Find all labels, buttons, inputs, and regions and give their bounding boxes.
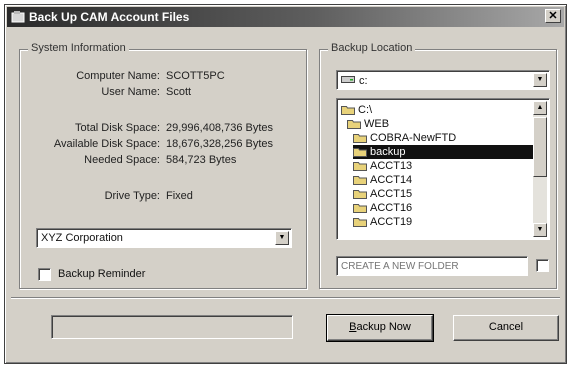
system-information-label: System Information (28, 42, 129, 54)
company-select-value: XYZ Corporation (41, 232, 123, 244)
computer-name-label: Computer Name: (76, 70, 160, 82)
folder-list-item[interactable]: ACCT15 (353, 187, 412, 201)
chevron-down-icon: ▼ (536, 76, 544, 83)
folder-list-item-label: ACCT15 (370, 188, 413, 200)
folder-icon (353, 217, 367, 227)
user-name-value: Scott (166, 86, 192, 98)
company-dropdown-button[interactable]: ▼ (275, 231, 289, 245)
cancel-button[interactable]: Cancel (453, 315, 559, 341)
window-title: Back Up CAM Account Files (29, 10, 190, 24)
folder-icon (353, 161, 367, 171)
new-folder-input[interactable] (336, 256, 528, 276)
total-disk-space-value: 29,996,408,736 Bytes (166, 122, 274, 134)
drive-type-label: Drive Type: (104, 190, 160, 202)
folder-icon (353, 189, 367, 199)
backup-dialog-window: Back Up CAM Account Files ✕ System Infor… (4, 4, 567, 364)
folder-icon (353, 175, 367, 185)
folder-list-item-label: ACCT14 (370, 174, 413, 186)
folder-list-item[interactable]: ACCT16 (353, 201, 412, 215)
folder-list-item[interactable]: backup (353, 145, 533, 159)
close-button[interactable]: ✕ (545, 9, 561, 23)
folder-list-item-label: ACCT16 (370, 202, 413, 214)
drive-icon (341, 74, 355, 87)
drive-dropdown-button[interactable]: ▼ (533, 73, 547, 87)
folder-list-item-label: WEB (364, 118, 390, 130)
app-icon (11, 10, 25, 24)
folder-list-item-label: ACCT13 (370, 160, 413, 172)
folder-list-item[interactable]: ACCT14 (353, 173, 412, 187)
chevron-down-icon: ▼ (278, 234, 286, 241)
folder-icon (341, 105, 355, 115)
backup-reminder-checkbox[interactable] (38, 268, 51, 281)
needed-space-value: 584,723 Bytes (166, 154, 237, 166)
folder-list-item-label: C:\ (358, 104, 373, 116)
system-information-group: System Information Computer Name: SCOTT5… (19, 42, 307, 289)
folder-list-item[interactable]: WEB (347, 117, 389, 131)
available-disk-space-label: Available Disk Space: (53, 138, 160, 150)
scroll-up-button[interactable]: ▲ (533, 101, 547, 115)
folder-list-item-label: COBRA-NewFTD (370, 132, 457, 144)
folder-list-item[interactable]: COBRA-NewFTD (353, 131, 456, 145)
title-bar: Back Up CAM Account Files ✕ (7, 7, 564, 27)
scroll-down-button[interactable]: ▼ (533, 223, 547, 237)
progress-bar (51, 315, 293, 339)
drive-type-value: Fixed (166, 190, 193, 202)
backup-location-group: Backup Location c: ▼ C:\ WEB COBRA-NewFTD b… (319, 42, 557, 289)
folder-list-scrollbar[interactable]: ▲ ▼ (533, 101, 547, 237)
backup-reminder-label: Backup Reminder (58, 268, 146, 280)
chevron-up-icon: ▲ (536, 104, 544, 111)
folder-list-item-label: backup (370, 146, 406, 158)
folder-list[interactable]: C:\ WEB COBRA-NewFTD backup ACCT13 ACCT14 ACCT… (336, 98, 550, 240)
backup-now-label: ackup Now (356, 321, 411, 333)
new-folder-checkbox[interactable] (536, 259, 549, 272)
folder-list-item[interactable]: C:\ (341, 103, 372, 117)
folder-list-item[interactable]: ACCT13 (353, 159, 412, 173)
scroll-thumb[interactable] (533, 117, 547, 177)
close-icon: ✕ (548, 10, 558, 22)
backup-location-label: Backup Location (328, 42, 416, 54)
total-disk-space-label: Total Disk Space: (75, 122, 160, 134)
footer-separator (11, 297, 560, 299)
folder-icon (353, 203, 367, 213)
company-select[interactable]: XYZ Corporation ▼ (36, 228, 292, 248)
drive-select-text: c: (359, 74, 368, 87)
computer-name-value: SCOTT5PC (166, 70, 225, 82)
folder-list-item-label: ACCT19 (370, 216, 413, 228)
cancel-label: Cancel (488, 321, 524, 333)
backup-now-button[interactable]: Backup Now (326, 314, 434, 342)
folder-icon (353, 133, 367, 143)
user-name-label: User Name: (101, 86, 160, 98)
available-disk-space-value: 18,676,328,256 Bytes (166, 138, 274, 150)
drive-select-value: c: (341, 74, 368, 87)
folder-icon (347, 119, 361, 129)
open-folder-icon (353, 147, 367, 157)
needed-space-label: Needed Space: (84, 154, 160, 166)
drive-select[interactable]: c: ▼ (336, 70, 550, 90)
chevron-down-icon: ▼ (536, 226, 544, 233)
folder-list-item[interactable]: ACCT19 (353, 215, 412, 229)
